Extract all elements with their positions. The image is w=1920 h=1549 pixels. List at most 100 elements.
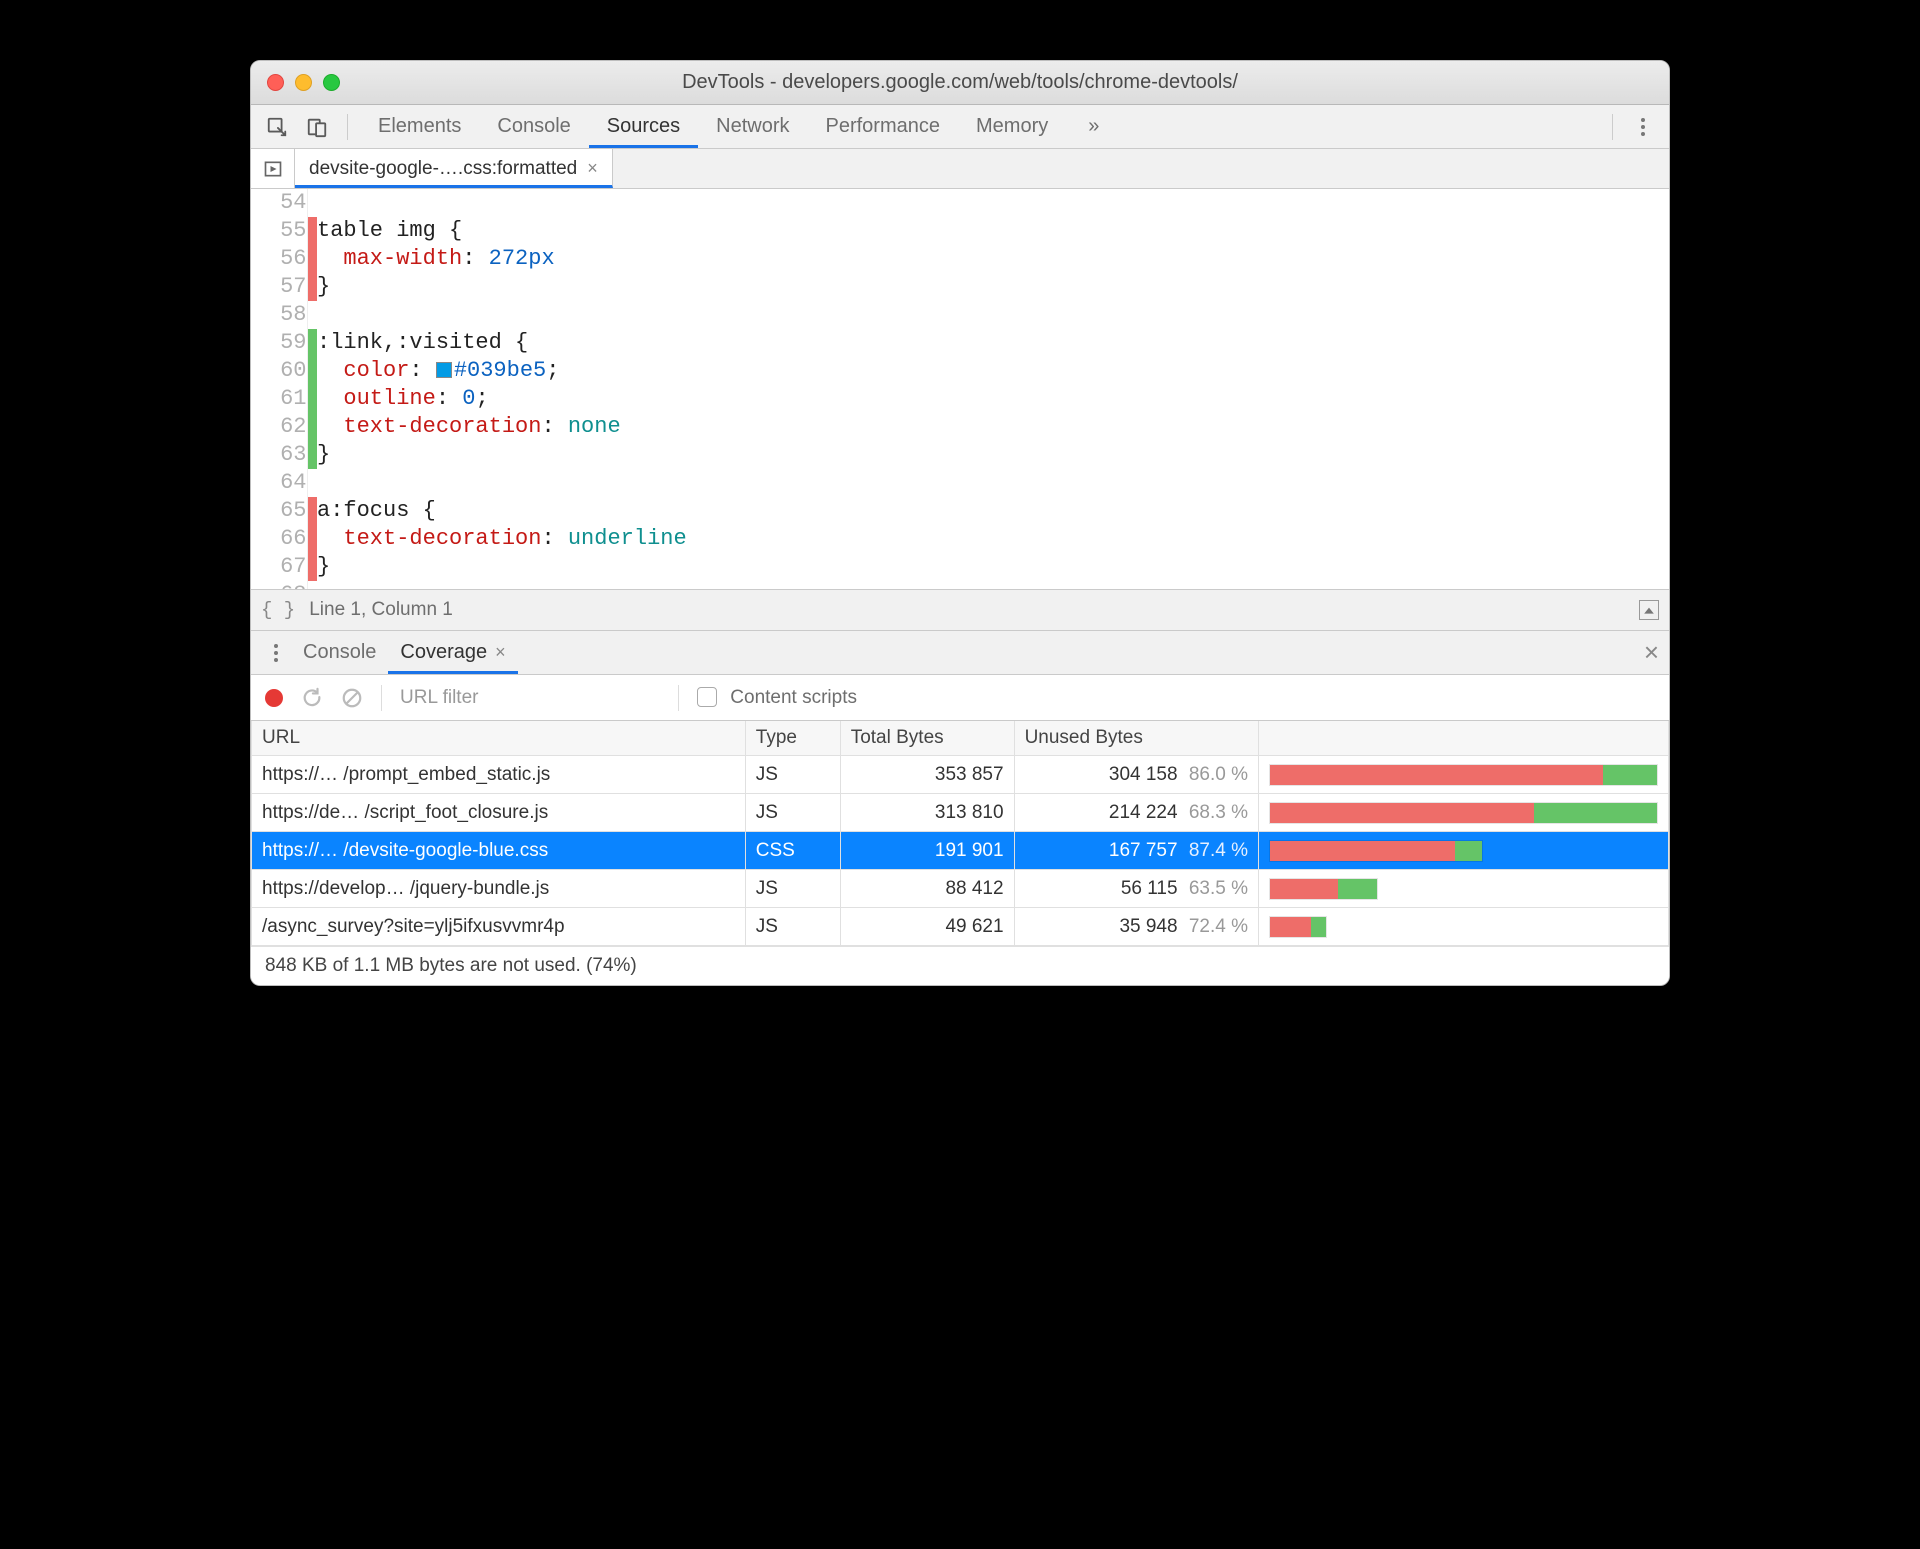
- code-line[interactable]: 64: [251, 469, 1669, 497]
- coverage-gutter: [307, 245, 317, 273]
- code-line[interactable]: 68: [251, 581, 1669, 589]
- tab-console[interactable]: Console: [479, 105, 588, 148]
- cell-unused-bytes: 214 224 68.3 %: [1014, 794, 1258, 832]
- coverage-gutter: [307, 273, 317, 301]
- code-content: [317, 301, 1669, 329]
- code-line[interactable]: 57}: [251, 273, 1669, 301]
- code-editor[interactable]: 5455table img {56 max-width: 272px57}585…: [251, 189, 1669, 589]
- code-line[interactable]: 61 outline: 0;: [251, 385, 1669, 413]
- tab-network[interactable]: Network: [698, 105, 807, 148]
- code-line[interactable]: 56 max-width: 272px: [251, 245, 1669, 273]
- cell-unused-bytes: 167 757 87.4 %: [1014, 832, 1258, 870]
- coverage-gutter: [307, 385, 317, 413]
- code-content: }: [317, 441, 1669, 469]
- cell-type: JS: [745, 908, 840, 946]
- chevron-double-right-icon: »: [1088, 115, 1099, 138]
- cell-url: https://… /devsite-google-blue.css: [252, 832, 746, 870]
- file-tab-active[interactable]: devsite-google-….css:formatted ×: [295, 149, 613, 188]
- coverage-gutter: [307, 525, 317, 553]
- tab-elements[interactable]: Elements: [360, 105, 479, 148]
- code-line[interactable]: 60 color: #039be5;: [251, 357, 1669, 385]
- coverage-gutter: [307, 357, 317, 385]
- coverage-summary: 848 KB of 1.1 MB bytes are not used. (74…: [251, 946, 1669, 985]
- close-drawer-icon[interactable]: ×: [1644, 637, 1659, 668]
- devtools-window: DevTools - developers.google.com/web/too…: [250, 60, 1670, 986]
- code-line[interactable]: 67}: [251, 553, 1669, 581]
- code-line[interactable]: 55table img {: [251, 217, 1669, 245]
- toggle-sidebar-icon[interactable]: [1639, 600, 1659, 620]
- close-tab-icon[interactable]: ×: [495, 642, 506, 663]
- line-number: 56: [251, 245, 307, 273]
- code-content: a:focus {: [317, 497, 1669, 525]
- code-content: [317, 189, 1669, 217]
- coverage-gutter: [307, 469, 317, 497]
- coverage-row[interactable]: https://de… /script_foot_closure.jsJS313…: [252, 794, 1669, 832]
- line-number: 59: [251, 329, 307, 357]
- column-header[interactable]: URL: [252, 721, 746, 756]
- line-number: 61: [251, 385, 307, 413]
- tab-performance[interactable]: Performance: [808, 105, 959, 148]
- coverage-gutter: [307, 301, 317, 329]
- drawer-menu-button[interactable]: [261, 644, 291, 662]
- minimize-window-button[interactable]: [295, 74, 312, 91]
- code-content: text-decoration: none: [317, 413, 1669, 441]
- line-number: 58: [251, 301, 307, 329]
- settings-menu-button[interactable]: [1625, 109, 1661, 145]
- drawer-tab-label: Coverage: [400, 641, 487, 664]
- navigator-toggle-icon[interactable]: [251, 149, 295, 188]
- cell-url: https://develop… /jquery-bundle.js: [252, 870, 746, 908]
- column-header[interactable]: Unused Bytes: [1014, 721, 1258, 756]
- line-number: 55: [251, 217, 307, 245]
- column-header[interactable]: Total Bytes: [840, 721, 1014, 756]
- column-header[interactable]: [1259, 721, 1669, 756]
- coverage-row[interactable]: /async_survey?site=ylj5ifxusvvmr4pJS49 6…: [252, 908, 1669, 946]
- code-line[interactable]: 58: [251, 301, 1669, 329]
- code-content: outline: 0;: [317, 385, 1669, 413]
- overflow-tabs-button[interactable]: »: [1070, 105, 1117, 148]
- window-controls: [251, 74, 340, 91]
- cell-total-bytes: 313 810: [840, 794, 1014, 832]
- code-line[interactable]: 65a:focus {: [251, 497, 1669, 525]
- line-number: 62: [251, 413, 307, 441]
- tab-sources[interactable]: Sources: [589, 105, 698, 148]
- cell-total-bytes: 353 857: [840, 756, 1014, 794]
- reload-icon[interactable]: [301, 687, 323, 709]
- code-line[interactable]: 66 text-decoration: underline: [251, 525, 1669, 553]
- column-header[interactable]: Type: [745, 721, 840, 756]
- drawer-tab-console[interactable]: Console: [291, 631, 388, 674]
- coverage-row[interactable]: https://… /prompt_embed_static.jsJS353 8…: [252, 756, 1669, 794]
- cell-usage-bar: [1259, 908, 1669, 946]
- line-number: 54: [251, 189, 307, 217]
- close-tab-icon[interactable]: ×: [587, 158, 598, 179]
- line-number: 64: [251, 469, 307, 497]
- close-window-button[interactable]: [267, 74, 284, 91]
- code-content: [317, 581, 1669, 589]
- line-number: 60: [251, 357, 307, 385]
- line-number: 68: [251, 581, 307, 589]
- code-content: color: #039be5;: [317, 357, 1669, 385]
- zoom-window-button[interactable]: [323, 74, 340, 91]
- code-line[interactable]: 62 text-decoration: none: [251, 413, 1669, 441]
- code-line[interactable]: 59:link,:visited {: [251, 329, 1669, 357]
- code-line[interactable]: 54: [251, 189, 1669, 217]
- tab-memory[interactable]: Memory: [958, 105, 1066, 148]
- coverage-row[interactable]: https://develop… /jquery-bundle.jsJS88 4…: [252, 870, 1669, 908]
- coverage-gutter: [307, 581, 317, 589]
- url-filter-input[interactable]: URL filter: [400, 687, 660, 709]
- drawer-tab-coverage[interactable]: Coverage ×: [388, 631, 517, 674]
- window-title: DevTools - developers.google.com/web/too…: [251, 71, 1669, 94]
- separator: [347, 114, 348, 140]
- cell-total-bytes: 49 621: [840, 908, 1014, 946]
- separator: [1612, 114, 1613, 140]
- content-scripts-toggle[interactable]: Content scripts: [697, 687, 857, 709]
- device-toolbar-icon[interactable]: [299, 109, 335, 145]
- record-button-icon[interactable]: [265, 689, 283, 707]
- coverage-row[interactable]: https://… /devsite-google-blue.cssCSS191…: [252, 832, 1669, 870]
- coverage-gutter: [307, 441, 317, 469]
- coverage-gutter: [307, 497, 317, 525]
- clear-icon[interactable]: [341, 687, 363, 709]
- inspect-element-icon[interactable]: [259, 109, 295, 145]
- code-line[interactable]: 63}: [251, 441, 1669, 469]
- source-file-tabs: devsite-google-….css:formatted ×: [251, 149, 1669, 189]
- pretty-print-icon[interactable]: { }: [261, 599, 309, 621]
